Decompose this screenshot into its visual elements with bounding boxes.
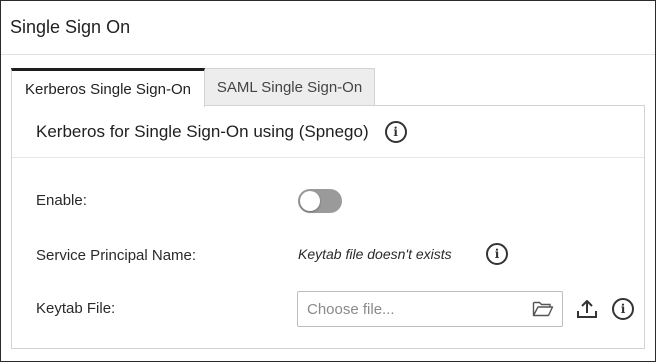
- keytab-file-label: Keytab File:: [36, 300, 116, 317]
- enable-label: Enable:: [36, 192, 87, 209]
- tab-kerberos-sso[interactable]: Kerberos Single Sign-On: [11, 68, 205, 107]
- page-header: Single Sign On: [1, 1, 655, 55]
- folder-open-icon[interactable]: [532, 300, 554, 318]
- panel-title: Kerberos for Single Sign-On using (Spneg…: [36, 121, 369, 141]
- keytab-status-text: Keytab file doesn't exists: [298, 246, 452, 262]
- page-title: Single Sign On: [10, 17, 131, 37]
- keytab-file-input[interactable]: Choose file...: [297, 291, 563, 327]
- spn-info-icon[interactable]: i: [486, 243, 508, 265]
- tab-bar: Kerberos Single Sign-On SAML Single Sign…: [11, 68, 375, 107]
- tab-saml-sso-label: SAML Single Sign-On: [216, 78, 363, 96]
- toggle-knob: [300, 191, 320, 211]
- enable-toggle[interactable]: [298, 189, 342, 213]
- spn-label: Service Principal Name:: [36, 247, 197, 264]
- title-info-icon[interactable]: i: [384, 120, 407, 143]
- kerberos-panel: Kerberos for Single Sign-On using (Spneg…: [11, 105, 645, 349]
- panel-title-row: Kerberos for Single Sign-On using (Spneg…: [12, 106, 644, 158]
- tab-saml-sso[interactable]: SAML Single Sign-On: [205, 68, 375, 106]
- tab-kerberos-sso-label: Kerberos Single Sign-On: [25, 80, 191, 98]
- upload-icon[interactable]: [576, 298, 598, 320]
- keytab-info-icon[interactable]: i: [612, 298, 634, 320]
- sso-window: Single Sign On Kerberos Single Sign-On S…: [0, 0, 656, 362]
- keytab-file-placeholder: Choose file...: [307, 300, 395, 318]
